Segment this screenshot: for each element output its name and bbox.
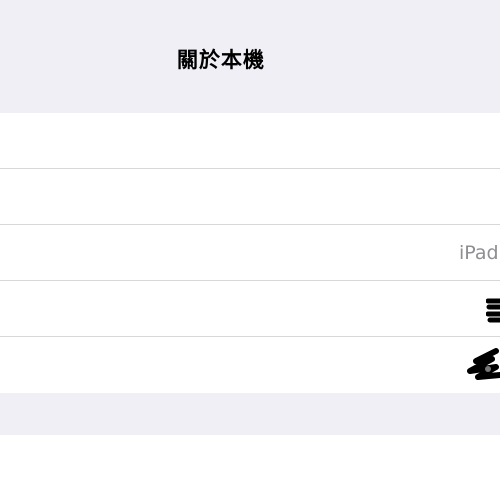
- redaction-scribble: [467, 348, 500, 380]
- settings-group-secondary: [0, 435, 500, 500]
- settings-row-next[interactable]: [0, 435, 500, 500]
- navigation-bar: 關於本機: [0, 0, 500, 113]
- settings-row-model-number[interactable]: [0, 281, 500, 337]
- redaction-scribble: [486, 298, 500, 323]
- settings-row-software-version[interactable]: [0, 169, 500, 225]
- page-title: 關於本機: [177, 48, 265, 72]
- settings-group-about: iPad: [0, 113, 500, 393]
- settings-row-serial-number[interactable]: [0, 337, 500, 393]
- settings-row-model-name[interactable]: iPad: [0, 225, 500, 281]
- model-name-value: iPad: [459, 242, 499, 264]
- settings-row-name[interactable]: [0, 113, 500, 169]
